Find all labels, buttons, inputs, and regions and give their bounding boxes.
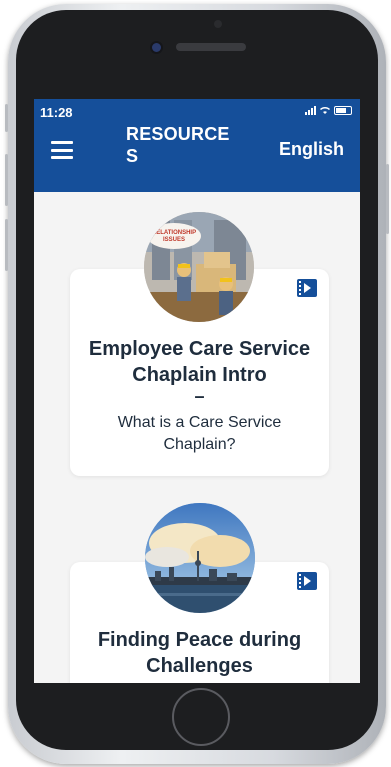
svg-text:ISSUES: ISSUES (163, 237, 185, 243)
thumbnail-bubble-text: RELATIONSHIP (152, 230, 196, 236)
wifi-icon (319, 107, 331, 114)
mute-switch (5, 104, 8, 132)
resource-thumbnail[interactable]: RELATIONSHIP ISSUES (144, 212, 254, 322)
warehouse-illustration: RELATIONSHIP ISSUES (144, 212, 254, 322)
volume-up-button (5, 154, 8, 206)
app-header: 11:28 RESOURCES English (34, 99, 360, 192)
resource-list: Employee Care Service Chaplain Intro – W… (34, 192, 360, 683)
front-camera (152, 43, 161, 52)
menu-icon[interactable] (51, 141, 73, 159)
language-selector[interactable]: English (279, 139, 344, 160)
status-time: 11:28 (40, 105, 73, 120)
card-dash: – (194, 386, 205, 406)
card-title: Finding Peace during Challenges (97, 629, 302, 677)
resource-thumbnail[interactable] (145, 503, 255, 613)
card-title: Employee Care Service Chaplain Intro (88, 338, 311, 386)
home-button[interactable] (172, 688, 230, 746)
status-icons (305, 105, 352, 115)
video-icon (297, 572, 317, 590)
proximity-sensor (214, 20, 222, 28)
signal-icon (305, 105, 316, 115)
video-icon (297, 279, 317, 297)
power-button (386, 164, 389, 234)
city-skyline-image (145, 503, 255, 613)
volume-down-button (5, 219, 8, 271)
battery-icon (334, 105, 352, 115)
earpiece-speaker (176, 43, 246, 51)
app-screen: 11:28 RESOURCES English Employee Care Se… (34, 99, 360, 683)
page-title: RESOURCES (126, 124, 230, 166)
card-subtitle: What is a Care Service Chaplain? (117, 414, 282, 453)
